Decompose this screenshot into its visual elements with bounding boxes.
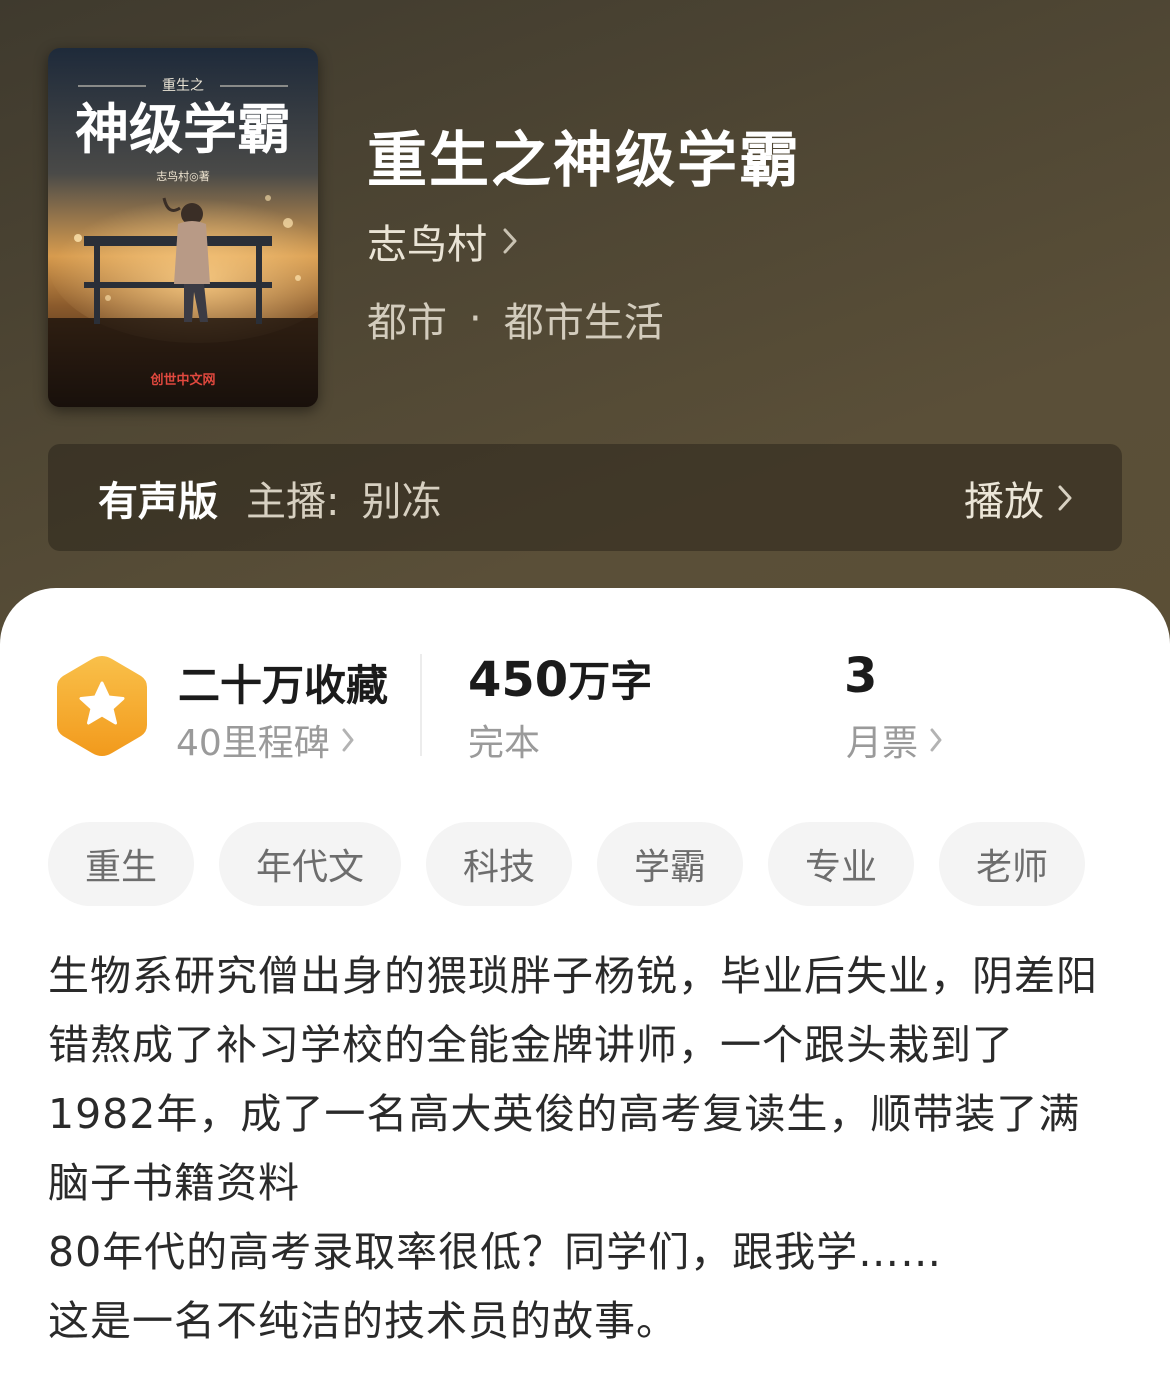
- cover-illustration: 重生之 神级学霸 志鸟村◎著 创世中文网: [48, 48, 318, 407]
- host-name: 别冻: [361, 478, 442, 525]
- audio-version-bar[interactable]: 有声版 主播: 别冻 播放: [48, 444, 1122, 551]
- genre-line: 都市 · 都市生活: [367, 290, 664, 348]
- star-badge-icon: [54, 653, 150, 759]
- stats-row: 二十万收藏 40里程碑 450万字 完本 3 月票: [0, 588, 1170, 788]
- monthly-votes-label: 月票: [846, 723, 919, 764]
- cover-publisher: 创世中文网: [149, 372, 215, 388]
- word-count-number: 450: [468, 652, 569, 708]
- chevron-right-icon: [930, 720, 942, 761]
- audio-version-label: 有声版: [98, 478, 218, 525]
- tag-list: 重生 年代文 科技 学霸 专业 老师: [48, 822, 1110, 906]
- chevron-right-icon: [503, 218, 517, 264]
- book-cover[interactable]: 重生之 神级学霸 志鸟村◎著 创世中文网: [48, 48, 318, 407]
- subcategory[interactable]: 都市生活: [504, 290, 664, 348]
- author-link[interactable]: 志鸟村: [367, 212, 517, 270]
- monthly-votes-count: 3: [844, 648, 877, 704]
- tag-chip[interactable]: 科技: [426, 822, 572, 906]
- tag-chip[interactable]: 年代文: [219, 822, 401, 906]
- chevron-right-icon: [342, 720, 354, 761]
- favorites-count: 二十万收藏: [178, 661, 389, 710]
- milestones-link[interactable]: 40里程碑: [176, 714, 354, 766]
- tag-chip[interactable]: 重生: [48, 822, 194, 906]
- description-paragraph: 这是一名不纯洁的技术员的故事。: [48, 1297, 678, 1345]
- book-info-card: 二十万收藏 40里程碑 450万字 完本 3 月票 重生 年代文 科技 学霸 专…: [0, 588, 1170, 1374]
- word-count: 450万字: [468, 648, 652, 709]
- play-label: 播放: [964, 478, 1044, 525]
- completion-status: 完本: [468, 723, 541, 764]
- book-title: 重生之神级学霸: [367, 126, 801, 196]
- play-button[interactable]: 播放: [964, 469, 1072, 527]
- cover-main-title: 神级学霸: [75, 98, 291, 161]
- tag-chip[interactable]: 老师: [939, 822, 1085, 906]
- author-name: 志鸟村: [367, 222, 487, 268]
- monthly-votes-number: 3: [844, 648, 878, 704]
- genre-separator: ·: [469, 296, 482, 342]
- book-description[interactable]: 生物系研究僧出身的猥琐胖子杨锐，毕业后失业，阴差阳错熬成了补习学校的全能金牌讲师…: [48, 942, 1122, 1356]
- book-detail-page: 重生之 神级学霸 志鸟村◎著 创世中文网 重生之神级学霸 志鸟村 都市 · 都市…: [0, 0, 1170, 1374]
- chevron-right-icon: [1058, 475, 1072, 521]
- host-label: 主播:: [246, 478, 340, 525]
- description-paragraph: 80年代的高考录取率很低？同学们，跟我学……: [48, 1228, 943, 1276]
- monthly-votes-link[interactable]: 月票: [846, 714, 942, 766]
- tag-chip[interactable]: 学霸: [597, 822, 743, 906]
- tag-chip[interactable]: 专业: [768, 822, 914, 906]
- cover-small-title: 重生之: [162, 78, 204, 94]
- cover-author-line: 志鸟村◎著: [156, 169, 210, 183]
- word-count-unit: 万字: [568, 657, 653, 706]
- stats-divider: [420, 654, 422, 756]
- milestones-label: 40里程碑: [176, 723, 330, 764]
- category[interactable]: 都市: [367, 290, 447, 348]
- description-paragraph: 生物系研究僧出身的猥琐胖子杨锐，毕业后失业，阴差阳错熬成了补习学校的全能金牌讲师…: [48, 952, 1098, 1207]
- book-header: 重生之 神级学霸 志鸟村◎著 创世中文网 重生之神级学霸 志鸟村 都市 · 都市…: [0, 0, 1170, 660]
